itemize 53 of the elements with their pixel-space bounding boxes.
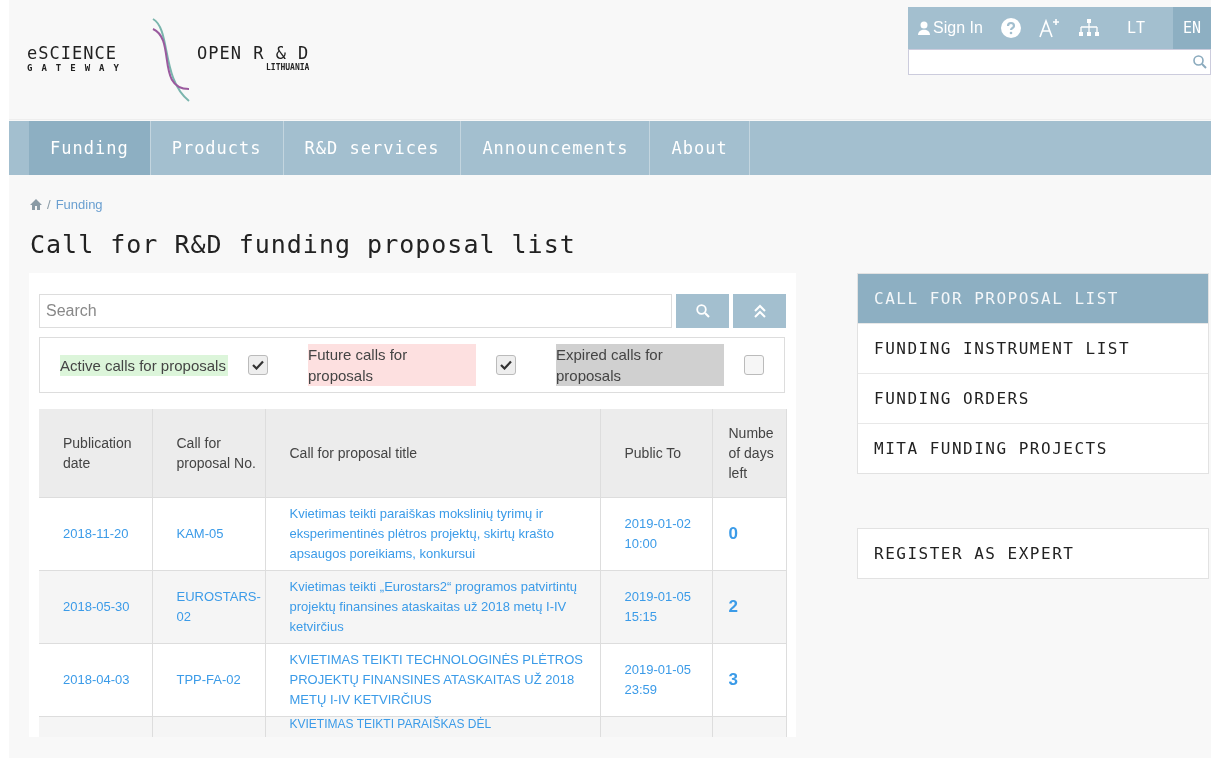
checkmark-icon [500, 360, 512, 370]
font-size-icon[interactable] [1038, 18, 1061, 38]
checkbox[interactable] [496, 355, 516, 375]
filter-label: Expired calls for proposals [556, 344, 724, 386]
checkmark-icon [252, 360, 264, 370]
home-icon[interactable] [30, 199, 42, 210]
filter-label: Active calls for proposals [60, 354, 228, 376]
double-chevron-up-icon [752, 304, 767, 318]
column-header: Numbe of days left [712, 409, 786, 498]
search-field[interactable]: Search [39, 294, 672, 328]
nav-tab[interactable]: Announcements [461, 121, 651, 175]
column-header: Call for proposal title [265, 409, 600, 498]
search-icon [695, 304, 710, 318]
sitemap-icon[interactable] [1078, 19, 1099, 37]
table-cell-link[interactable]: 2018-11-20 [63, 524, 148, 544]
logo-subtitle: GATEWAY [27, 63, 128, 73]
table-cell-link[interactable]: 2018-04-03 [63, 670, 148, 690]
page-title: Call for R&D funding proposal list [30, 230, 577, 259]
table-cell-link[interactable]: KVIETIMAS TEIKTI TECHNOLOGINĖS PLĖTROS PROJEKTŲ FINANSINES ATASKAITAS UŽ 2018 METŲ I-IV KETVIRČIUS [289, 650, 592, 710]
nav-tab[interactable]: Products [150, 121, 284, 175]
nav-tab[interactable]: Funding [29, 121, 151, 175]
user-icon [918, 21, 930, 35]
collapse-button[interactable] [733, 294, 786, 328]
table-cell-link[interactable]: 2019-01-05 23:59 [624, 660, 704, 700]
search-button[interactable] [676, 294, 729, 328]
language-button[interactable]: LT [1116, 7, 1155, 49]
table-cell-link[interactable]: TPP-FA-02 [176, 670, 261, 690]
checkbox[interactable] [744, 355, 764, 375]
filter-label: Future calls for proposals [308, 344, 476, 386]
table-cell-link[interactable]: 3 [728, 670, 786, 690]
register-expert-link[interactable]: REGISTER AS EXPERT [857, 528, 1209, 579]
table-cell-link[interactable]: 0 [728, 524, 786, 544]
breadcrumb-separator: / [47, 197, 51, 212]
sidebar-item[interactable]: CALL FOR PROPOSAL LIST [858, 274, 1208, 323]
logo-subtitle: LITHUANIA [266, 63, 310, 72]
search-icon [1193, 55, 1207, 69]
nav-tab[interactable]: About [650, 121, 750, 175]
column-header: Publication date [39, 409, 152, 498]
site-logo[interactable]: eSCIENCE GATEWAY OPEN R & D LITHUANIA [27, 7, 347, 112]
language-button[interactable]: EN [1172, 7, 1211, 49]
column-header: Public To [600, 409, 712, 498]
column-header: Call for proposal No. [152, 409, 265, 498]
site-search-field[interactable] [908, 49, 1211, 75]
logo-title: eSCIENCE [27, 43, 118, 63]
logo-title: OPEN R & D [197, 43, 310, 63]
sign-in-button[interactable]: Sign In [918, 7, 983, 49]
table-cell-link[interactable]: 2019-01-02 10:00 [624, 514, 704, 554]
table-cell-link[interactable]: Kvietimas teikti paraiškas mokslinių tyrimų ir eksperimentinės plėtros projektų, skirtų krašto apsaugos poreikiams, konkursui [289, 504, 592, 564]
help-icon[interactable] [1000, 18, 1021, 38]
checkbox[interactable] [248, 355, 268, 375]
breadcrumb-link[interactable]: Funding [55, 197, 103, 212]
nav-tab[interactable]: R&D services [283, 121, 462, 175]
table-cell-link[interactable]: KAM-05 [176, 524, 261, 544]
